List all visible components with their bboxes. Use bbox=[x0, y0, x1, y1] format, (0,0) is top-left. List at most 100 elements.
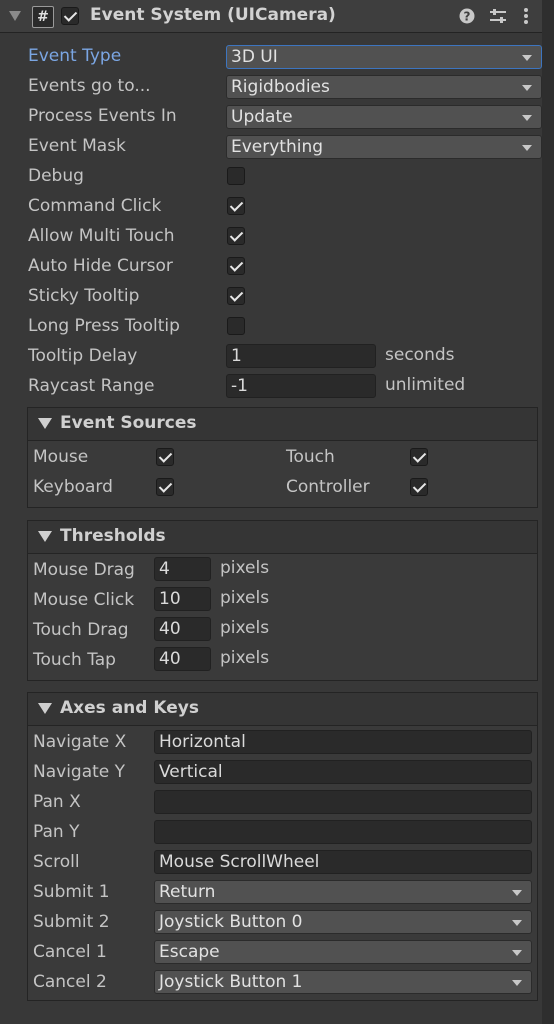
chevron-down-icon bbox=[512, 980, 522, 986]
raycast-range-label: Raycast Range bbox=[28, 376, 155, 396]
pan-y-label: Pan Y bbox=[33, 822, 80, 842]
navigate-y-label: Navigate Y bbox=[33, 762, 126, 782]
mouse-click-label: Mouse Click bbox=[33, 590, 135, 610]
submit-1-value: Return bbox=[159, 882, 216, 902]
event-type-dropdown[interactable]: 3D UI bbox=[226, 45, 542, 69]
axes-and-keys-section: Axes and Keys Navigate X Horizontal Navi… bbox=[27, 692, 538, 1001]
touch-tap-input[interactable]: 40 bbox=[154, 647, 211, 671]
event-sources-title: Event Sources bbox=[60, 413, 197, 433]
event-sources-header[interactable]: Event Sources bbox=[28, 408, 537, 441]
raycast-range-unit: unlimited bbox=[385, 375, 466, 395]
keyboard-label: Keyboard bbox=[33, 477, 113, 497]
events-go-to-dropdown[interactable]: Rigidbodies bbox=[226, 75, 542, 99]
component-header: # Event System (UICamera) ? bbox=[0, 0, 554, 33]
foldout-arrow-icon[interactable] bbox=[9, 11, 21, 21]
event-sources-section: Event Sources Mouse Touch Keyboard Contr… bbox=[27, 407, 538, 508]
tooltip-delay-unit: seconds bbox=[385, 345, 455, 365]
auto-hide-cursor-checkbox[interactable] bbox=[227, 257, 245, 275]
chevron-down-icon bbox=[522, 115, 532, 121]
event-type-label: Event Type bbox=[28, 46, 122, 66]
chevron-down-icon bbox=[512, 920, 522, 926]
sticky-tooltip-checkbox[interactable] bbox=[227, 287, 245, 305]
controller-label: Controller bbox=[286, 477, 370, 497]
axes-and-keys-header[interactable]: Axes and Keys bbox=[28, 693, 537, 726]
mouse-drag-input[interactable]: 4 bbox=[154, 557, 211, 581]
mouse-checkbox[interactable] bbox=[156, 448, 174, 466]
mouse-drag-label: Mouse Drag bbox=[33, 560, 135, 580]
script-icon: # bbox=[32, 6, 54, 28]
long-press-tooltip-label: Long Press Tooltip bbox=[28, 316, 180, 336]
long-press-tooltip-checkbox[interactable] bbox=[227, 317, 245, 335]
cancel-1-label: Cancel 1 bbox=[33, 942, 107, 962]
process-events-in-value: Update bbox=[231, 107, 293, 127]
raycast-range-input[interactable]: -1 bbox=[226, 374, 376, 398]
chevron-down-icon bbox=[512, 890, 522, 896]
debug-label: Debug bbox=[28, 166, 84, 186]
events-go-to-value: Rigidbodies bbox=[231, 77, 330, 97]
thresholds-title: Thresholds bbox=[60, 526, 166, 546]
touch-drag-input[interactable]: 40 bbox=[154, 617, 211, 641]
cancel-2-value: Joystick Button 1 bbox=[159, 972, 303, 992]
auto-hide-cursor-label: Auto Hide Cursor bbox=[28, 256, 173, 276]
foldout-arrow-icon bbox=[38, 531, 52, 542]
command-click-checkbox[interactable] bbox=[227, 197, 245, 215]
navigate-x-label: Navigate X bbox=[33, 732, 127, 752]
event-mask-label: Event Mask bbox=[28, 136, 126, 156]
kebab-menu-icon[interactable] bbox=[523, 7, 529, 25]
mouse-click-input[interactable]: 10 bbox=[154, 587, 211, 611]
submit-2-dropdown[interactable]: Joystick Button 0 bbox=[154, 910, 532, 934]
help-icon[interactable]: ? bbox=[459, 8, 475, 24]
mouse-click-unit: pixels bbox=[220, 588, 270, 608]
cancel-1-value: Escape bbox=[159, 942, 220, 962]
axes-and-keys-title: Axes and Keys bbox=[60, 698, 199, 718]
pan-x-input[interactable] bbox=[154, 790, 532, 814]
touch-drag-label: Touch Drag bbox=[33, 620, 129, 640]
mouse-drag-unit: pixels bbox=[220, 558, 270, 578]
submit-1-dropdown[interactable]: Return bbox=[154, 880, 532, 904]
chevron-down-icon bbox=[512, 950, 522, 956]
scroll-input[interactable]: Mouse ScrollWheel bbox=[154, 850, 532, 874]
touch-tap-label: Touch Tap bbox=[33, 650, 116, 670]
touch-drag-unit: pixels bbox=[220, 618, 270, 638]
sticky-tooltip-label: Sticky Tooltip bbox=[28, 286, 140, 306]
touch-checkbox[interactable] bbox=[410, 448, 428, 466]
touch-label: Touch bbox=[286, 447, 335, 467]
chevron-down-icon bbox=[522, 145, 532, 151]
thresholds-section: Thresholds Mouse Drag 4 pixels Mouse Cli… bbox=[27, 520, 538, 681]
controller-checkbox[interactable] bbox=[410, 478, 428, 496]
tooltip-delay-label: Tooltip Delay bbox=[28, 346, 138, 366]
inspector-scrollbar[interactable] bbox=[542, 0, 554, 1024]
chevron-down-icon bbox=[522, 85, 532, 91]
process-events-in-dropdown[interactable]: Update bbox=[226, 105, 542, 129]
allow-multi-touch-label: Allow Multi Touch bbox=[28, 226, 175, 246]
presets-icon[interactable] bbox=[489, 8, 507, 24]
thresholds-header[interactable]: Thresholds bbox=[28, 521, 537, 554]
cancel-2-dropdown[interactable]: Joystick Button 1 bbox=[154, 970, 532, 994]
event-mask-dropdown[interactable]: Everything bbox=[226, 135, 542, 159]
component-title: Event System (UICamera) bbox=[90, 5, 336, 25]
foldout-arrow-icon bbox=[38, 703, 52, 714]
keyboard-checkbox[interactable] bbox=[156, 478, 174, 496]
submit-2-label: Submit 2 bbox=[33, 912, 110, 932]
touch-tap-unit: pixels bbox=[220, 648, 270, 668]
submit-2-value: Joystick Button 0 bbox=[159, 912, 303, 932]
cancel-2-label: Cancel 2 bbox=[33, 972, 107, 992]
event-mask-value: Everything bbox=[231, 137, 324, 157]
cancel-1-dropdown[interactable]: Escape bbox=[154, 940, 532, 964]
process-events-in-label: Process Events In bbox=[28, 106, 177, 126]
debug-checkbox[interactable] bbox=[227, 167, 245, 185]
allow-multi-touch-checkbox[interactable] bbox=[227, 227, 245, 245]
pan-x-label: Pan X bbox=[33, 792, 81, 812]
tooltip-delay-input[interactable]: 1 bbox=[226, 344, 376, 368]
event-type-value: 3D UI bbox=[231, 47, 278, 67]
submit-1-label: Submit 1 bbox=[33, 882, 110, 902]
scroll-label: Scroll bbox=[33, 852, 80, 872]
chevron-down-icon bbox=[522, 55, 532, 61]
pan-y-input[interactable] bbox=[154, 820, 532, 844]
mouse-label: Mouse bbox=[33, 447, 89, 467]
navigate-y-input[interactable]: Vertical bbox=[154, 760, 532, 784]
events-go-to-label: Events go to... bbox=[28, 76, 151, 96]
navigate-x-input[interactable]: Horizontal bbox=[154, 730, 532, 754]
component-enabled-checkbox[interactable] bbox=[61, 7, 79, 25]
foldout-arrow-icon bbox=[38, 418, 52, 429]
